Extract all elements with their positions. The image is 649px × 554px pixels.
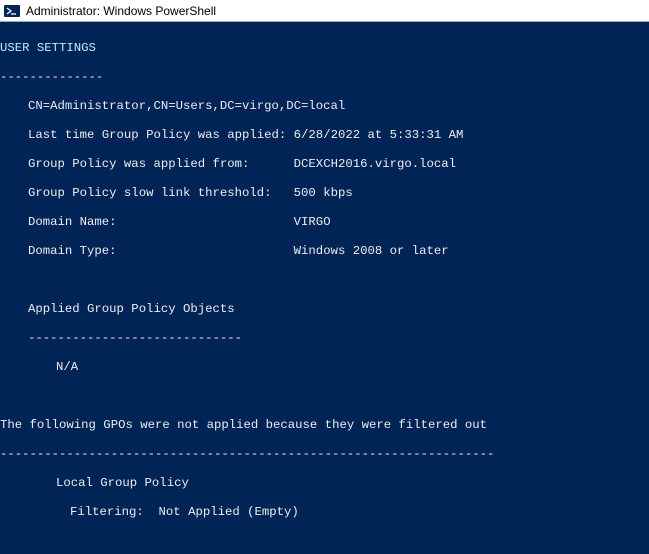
- terminal-output[interactable]: USER SETTINGS -------------- CN=Administ…: [0, 22, 649, 554]
- kv-domain-type: Domain Type: Windows 2008 or later: [0, 244, 649, 259]
- filtered-dashes: ----------------------------------------…: [0, 447, 649, 462]
- kv-domain-name: Domain Name: VIRGO: [0, 215, 649, 230]
- applied-gpo-dashes: -----------------------------: [0, 331, 649, 346]
- filtered-reason: Filtering: Not Applied (Empty): [0, 505, 649, 520]
- filtered-item: Local Group Policy: [0, 476, 649, 491]
- applied-gpo-header: Applied Group Policy Objects: [0, 302, 649, 317]
- powershell-icon: [4, 3, 20, 19]
- cn-line: CN=Administrator,CN=Users,DC=virgo,DC=lo…: [0, 99, 649, 114]
- section-dashes: --------------: [0, 70, 649, 85]
- window-title: Administrator: Windows PowerShell: [26, 4, 216, 18]
- filtered-header: The following GPOs were not applied beca…: [0, 418, 649, 433]
- kv-applied-from: Group Policy was applied from: DCEXCH201…: [0, 157, 649, 172]
- applied-gpo-na: N/A: [0, 360, 649, 375]
- section-header: USER SETTINGS: [0, 41, 649, 56]
- kv-slow-link: Group Policy slow link threshold: 500 kb…: [0, 186, 649, 201]
- window-titlebar[interactable]: Administrator: Windows PowerShell: [0, 0, 649, 22]
- kv-last-applied: Last time Group Policy was applied: 6/28…: [0, 128, 649, 143]
